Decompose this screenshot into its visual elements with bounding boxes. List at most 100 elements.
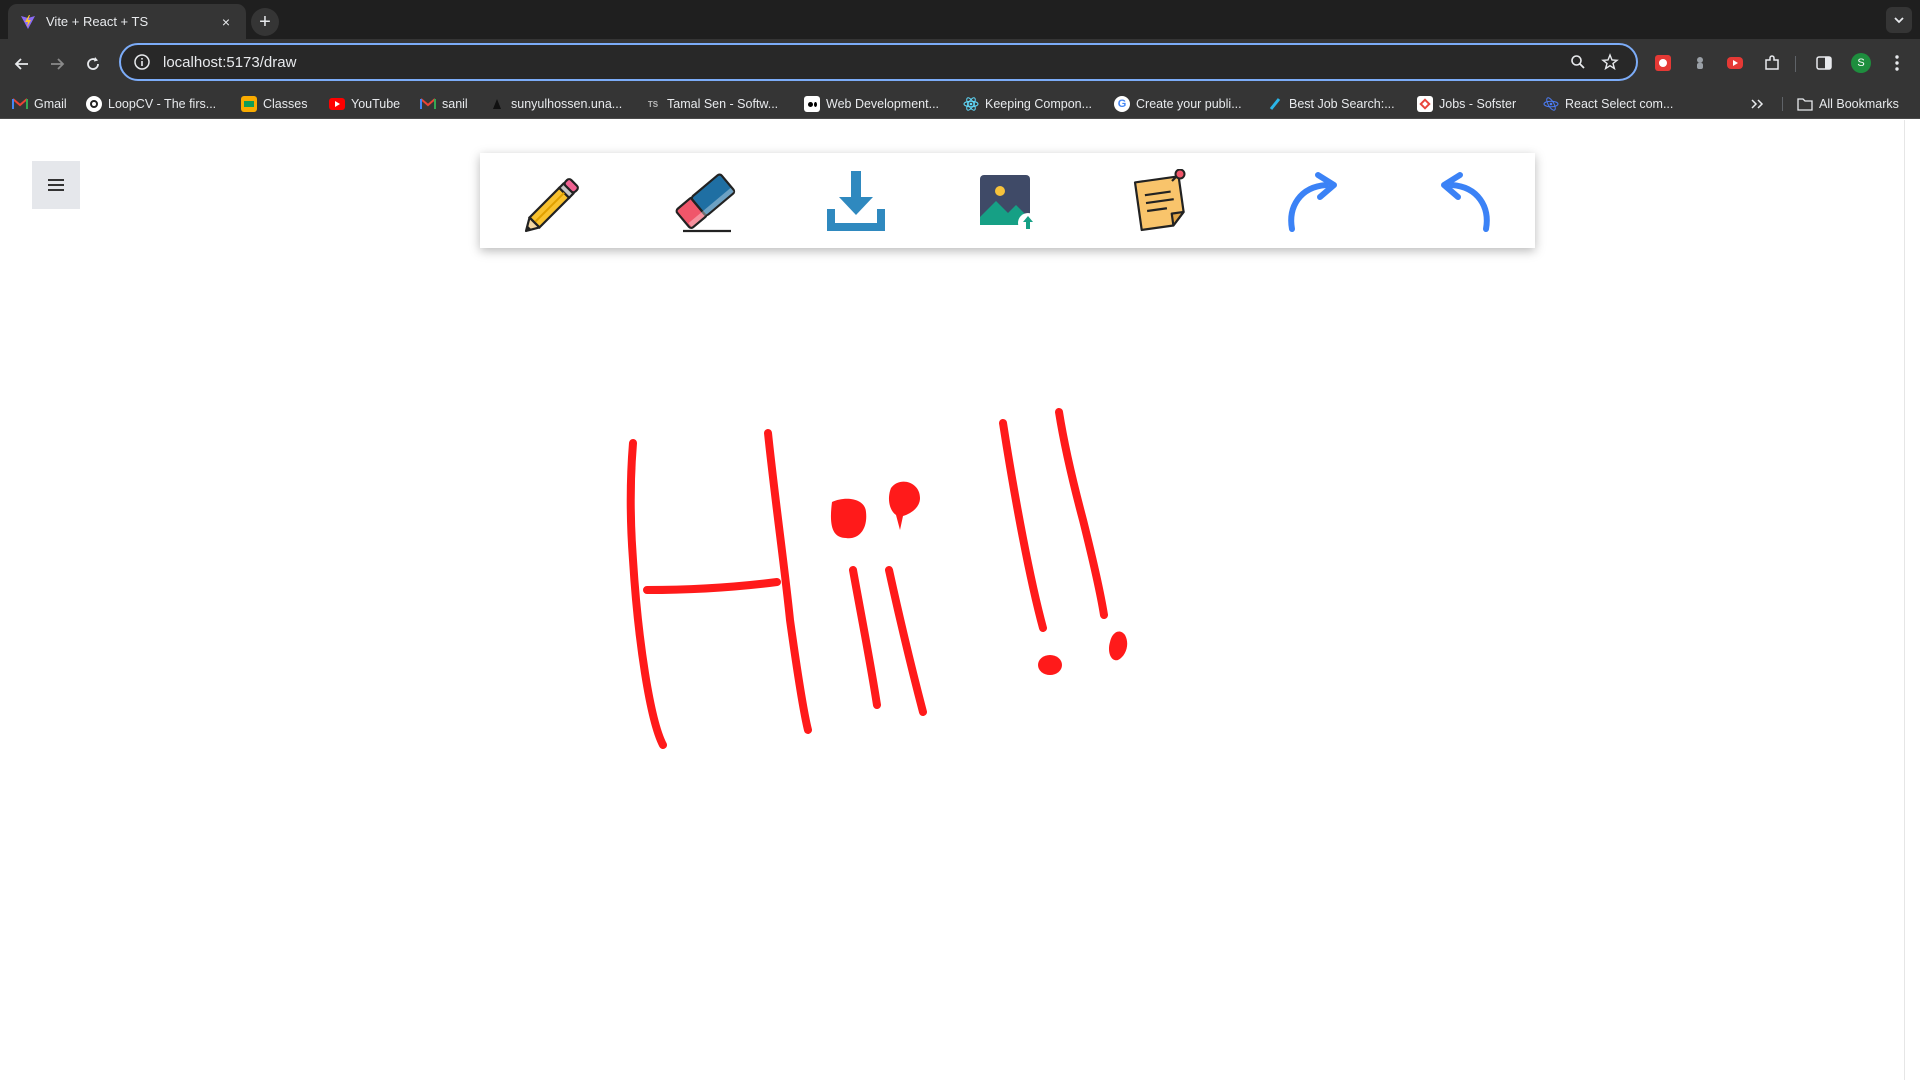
sticky-note-icon (1133, 169, 1186, 232)
profile-initial: S (1851, 53, 1871, 73)
jobsearch-icon (1267, 96, 1283, 112)
stroke-i2 (885, 566, 927, 716)
hamburger-menu-button[interactable] (32, 161, 80, 209)
bookmark-sanil[interactable]: sanil (420, 93, 468, 115)
double-chevron-right-icon (1751, 99, 1764, 109)
medium-icon (804, 96, 820, 112)
bookmark-label: Classes (263, 97, 308, 111)
bookmark-create-your-public[interactable]: G Create your publi... (1114, 93, 1242, 115)
stroke-i1 (849, 566, 881, 709)
dot-i1 (830, 498, 867, 539)
tab-close-icon[interactable]: × (216, 12, 236, 32)
reload-button[interactable] (79, 50, 107, 78)
bookmark-keeping-components[interactable]: Keeping Compon... (963, 93, 1092, 115)
sticky-note-tool-button[interactable] (1126, 167, 1196, 237)
gmail-icon (12, 96, 28, 112)
extension-red-icon[interactable] (1651, 51, 1675, 75)
new-tab-button[interactable]: + (251, 8, 279, 36)
bookmark-label: React Select com... (1565, 97, 1674, 111)
hamburger-icon (48, 179, 64, 191)
reload-icon (87, 57, 99, 70)
bookmark-label: sunyulhossen.una... (511, 97, 623, 111)
tab-strip: Vite + React + TS × + (0, 0, 1920, 39)
all-bookmarks-label: All Bookmarks (1819, 97, 1899, 111)
tab-title: Vite + React + TS (46, 14, 149, 29)
bookmark-star-button[interactable] (1596, 48, 1624, 76)
bookmark-label: sanil (442, 97, 468, 111)
chevron-down-icon (1894, 17, 1904, 24)
gmail-icon (420, 96, 436, 112)
redo-icon (1288, 172, 1337, 232)
extensions-puzzle-icon[interactable] (1760, 51, 1784, 75)
extension-youtube-icon[interactable] (1723, 51, 1747, 75)
pencil-tool-button[interactable] (520, 167, 590, 237)
bookmark-react-select[interactable]: React Select com... (1543, 93, 1673, 115)
back-button[interactable] (8, 50, 36, 78)
youtube-icon (329, 96, 345, 112)
tab-search-button[interactable] (1886, 7, 1912, 33)
image-upload-tool-button[interactable] (974, 167, 1044, 237)
kebab-menu-icon[interactable] (1885, 51, 1909, 75)
sofster-icon (1417, 96, 1433, 112)
arrow-icon (489, 96, 505, 112)
react-icon (963, 96, 979, 112)
url-text: localhost:5173/draw (163, 53, 297, 71)
ts-icon: TS (647, 99, 659, 109)
bookmark-youtube[interactable]: YouTube (329, 93, 400, 115)
stroke-h-left (626, 439, 667, 749)
stroke-excl1 (999, 419, 1047, 632)
zoom-search-button[interactable] (1564, 48, 1592, 76)
bookmark-jobs-sofster[interactable]: Jobs - Sofster (1417, 93, 1516, 115)
pencil-icon (524, 178, 579, 233)
download-icon (827, 171, 885, 231)
bookmark-web-development[interactable]: Web Development... (804, 93, 939, 115)
site-info-icon[interactable] (133, 53, 151, 71)
browser-toolbar: localhost:5173/draw S (0, 39, 1920, 88)
extension-grey-icon[interactable] (1688, 51, 1712, 75)
drawing-page (0, 120, 1920, 1080)
loopcv-icon (86, 96, 102, 112)
side-panel-icon[interactable] (1812, 51, 1836, 75)
reactselect-icon (1543, 96, 1559, 112)
undo-tool-button[interactable] (1430, 167, 1500, 237)
bookmark-label: YouTube (351, 97, 401, 111)
bookmark-label: Jobs - Sofster (1439, 97, 1517, 111)
forward-arrow-icon (51, 58, 65, 70)
bookmark-label: Tamal Sen - Softw... (667, 97, 779, 111)
bookmark-label: Best Job Search:... (1289, 97, 1395, 111)
bookmark-label: Create your publi... (1136, 97, 1242, 111)
browser-tab[interactable]: Vite + React + TS × (8, 4, 246, 39)
bookmark-tamal-sen[interactable]: TS Tamal Sen - Softw... (645, 93, 778, 115)
download-tool-button[interactable] (821, 167, 891, 237)
eraser-tool-button[interactable] (671, 167, 741, 237)
bookmark-gmail[interactable]: Gmail (12, 93, 67, 115)
bookmark-sunyulhossen[interactable]: sunyulhossen.una... (489, 93, 622, 115)
toolbar-divider (1795, 56, 1796, 72)
address-bar[interactable]: localhost:5173/draw (119, 43, 1638, 81)
bookmark-loopcv[interactable]: LoopCV - The firs... (86, 93, 216, 115)
drawing-canvas[interactable] (0, 120, 1920, 1080)
redo-tool-button[interactable] (1278, 167, 1348, 237)
bookmarks-divider (1782, 97, 1783, 111)
bookmark-label: Gmail (34, 97, 67, 111)
page-scrollbar[interactable] (1904, 120, 1920, 1080)
star-icon (1601, 53, 1619, 71)
undo-icon (1441, 172, 1490, 232)
bookmark-label: Web Development... (826, 97, 940, 111)
tools-panel (480, 153, 1535, 248)
classroom-icon (241, 96, 257, 112)
stroke-excl2 (1055, 408, 1108, 619)
bookmarks-bar: Gmail LoopCV - The firs... Classes YouTu… (0, 88, 1920, 119)
dot-excl2 (1108, 631, 1128, 661)
forward-button[interactable] (43, 50, 71, 78)
bookmark-classes[interactable]: Classes (241, 93, 307, 115)
google-icon: G (1114, 96, 1130, 112)
stroke-h-crossbar (643, 578, 781, 594)
bookmark-best-job-search[interactable]: Best Job Search:... (1267, 93, 1395, 115)
vite-favicon-icon (21, 14, 35, 29)
dot-i2 (888, 481, 920, 530)
back-arrow-icon (14, 58, 28, 70)
bookmarks-overflow-button[interactable] (1750, 93, 1764, 115)
profile-avatar[interactable]: S (1849, 51, 1873, 75)
all-bookmarks-button[interactable]: All Bookmarks (1797, 93, 1899, 115)
